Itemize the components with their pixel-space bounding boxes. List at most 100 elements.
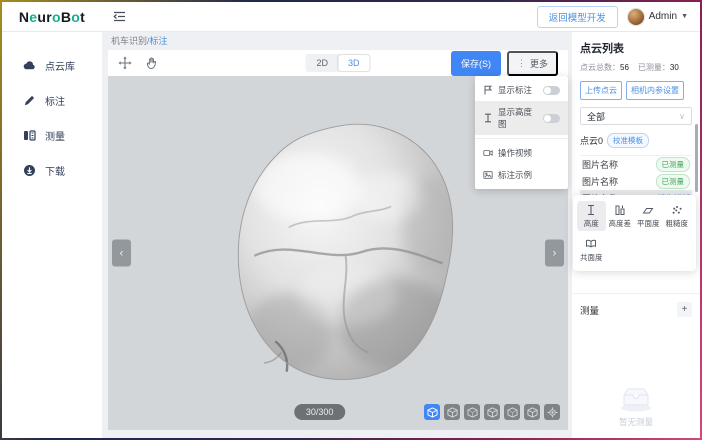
image-row[interactable]: 图片名称 已测量 [580,156,692,173]
menu-item-label: 操作视频 [498,147,532,159]
top-header: NeuroBot 返回模型开发 Admin ▼ [2,2,700,32]
camera-params-button[interactable]: 相机内参设置 [626,81,684,100]
empty-state-text: 暂无测量 [619,416,653,428]
menu-item-operation-video[interactable]: 操作视频 [475,142,568,164]
logo-letter: N [19,9,29,25]
tool-label: 高度 [584,218,599,229]
view-2d-tab[interactable]: 2D [306,55,338,71]
tool-flatness[interactable]: 平面度 [634,201,663,231]
coplanarity-tool-icon [585,238,597,250]
view-top-button[interactable] [524,404,540,420]
sidebar-item-pointcloud-lib[interactable]: 点云库 [2,48,102,83]
view-front-button[interactable] [444,404,460,420]
view-left-button[interactable] [484,404,500,420]
pointcloud-item[interactable]: 点云0 校准模板 [580,125,692,156]
sidebar: 点云库 标注 测量 下载 [2,32,102,438]
view-3d-tab[interactable]: 3D [338,55,370,71]
user-menu[interactable]: Admin ▼ [627,8,688,26]
add-measure-button[interactable]: + [677,302,692,317]
avatar[interactable] [627,8,645,26]
flatness-tool-icon [642,204,654,216]
show-annotation-toggle[interactable] [543,86,560,95]
logo-letter: o [52,9,61,25]
menu-item-show-heightmap[interactable]: 显示高度图 [475,101,568,135]
pan-move-icon[interactable] [118,56,132,70]
toolbar-right: 保存(S) ⋮更多 [451,51,558,76]
video-icon [483,148,493,158]
ruler-icon [23,129,36,142]
calibration-template-tag: 校准模板 [607,133,649,148]
measure-tool-palette: 高度 高度差 平面度 粗糙度 共面度 [573,195,696,271]
stat-measured: 已测量：30 [638,62,679,73]
tool-label: 共面度 [580,252,603,263]
more-label: 更多 [530,57,548,70]
next-image-button[interactable]: › [545,240,564,267]
menu-item-label: 显示高度图 [498,106,538,130]
measured-tag: 已测量 [656,174,691,189]
view-iso-button[interactable] [424,404,440,420]
hand-grab-icon[interactable] [145,56,159,70]
app-logo: NeuroBot [2,9,102,25]
stat-measured-label: 已测量： [638,63,670,72]
breadcrumb-parent[interactable]: 机车识别 [111,36,147,46]
tool-coplanarity[interactable]: 共面度 [577,235,606,265]
locate-reset-button[interactable] [544,404,560,420]
pointcloud-name: 点云0 [580,134,603,147]
roughness-tool-icon [671,204,683,216]
sidebar-item-label: 标注 [45,93,65,108]
user-name: Admin [649,11,677,22]
workspace-card: 2D 3D 保存(S) ⋮更多 [108,50,568,430]
tool-height[interactable]: 高度 [577,201,606,231]
menu-item-show-annotation[interactable]: 显示标注 [475,79,568,101]
height-map-icon [483,113,493,123]
save-button[interactable]: 保存(S) [451,51,501,76]
menu-divider [475,138,568,139]
image-row[interactable]: 图片名称 已测量 [580,173,692,190]
sidebar-item-label: 下载 [45,163,65,178]
filter-select[interactable]: 全部 ∨ [580,107,692,125]
canvas-toolbar: 2D 3D 保存(S) ⋮更多 [108,50,568,76]
list-scrollbar-thumb[interactable] [695,124,698,192]
empty-state: 暂无测量 [580,383,692,432]
tool-roughness[interactable]: 粗糙度 [663,201,692,231]
canvas-tools [118,56,159,70]
picture-icon [483,170,493,180]
download-icon [23,164,36,177]
menu-item-annotation-example[interactable]: 标注示例 [475,164,568,186]
app-window: NeuroBot 返回模型开发 Admin ▼ 点云库 标注 [0,0,702,440]
tool-label: 平面度 [637,218,660,229]
panel-buttons: 上传点云 相机内参设置 [580,81,692,100]
app-body: 点云库 标注 测量 下载 机车识别/标注 [2,32,700,438]
sidebar-item-label: 测量 [45,128,65,143]
tool-label: 粗糙度 [666,218,689,229]
tool-label: 高度差 [609,218,632,229]
back-to-model-dev-button[interactable]: 返回模型开发 [537,6,618,28]
tooth-3d-model [205,110,471,392]
image-name: 图片名称 [582,175,618,188]
pointcloud-list-panel: 点云列表 点云总数：56 已测量：30 上传点云 相机内参设置 全部 ∨ 点云0… [572,32,700,438]
stat-total: 点云总数：56 [580,62,629,73]
caret-down-icon: ▼ [681,13,688,20]
sidebar-item-download[interactable]: 下载 [2,153,102,188]
filter-select-value: 全部 [587,110,605,123]
menu-item-label: 标注示例 [498,169,532,181]
view-back-button[interactable] [464,404,480,420]
stat-total-label: 点云总数： [580,63,620,72]
sidebar-item-measure[interactable]: 测量 [2,118,102,153]
chevron-left-icon: ‹ [120,247,124,259]
tool-height-diff[interactable]: 高度差 [606,201,635,231]
breadcrumb: 机车识别/标注 [102,32,570,50]
chevron-right-icon: › [553,247,557,259]
more-button[interactable]: ⋮更多 [507,51,558,76]
upload-pointcloud-button[interactable]: 上传点云 [580,81,622,100]
measure-title: 测量 [580,303,599,317]
menu-fold-icon[interactable] [113,10,126,23]
show-heightmap-toggle[interactable] [543,114,560,123]
view-right-button[interactable] [504,404,520,420]
logo-letter: B [61,9,71,25]
prev-image-button[interactable]: ‹ [112,240,131,267]
header-right: 返回模型开发 Admin ▼ [537,6,700,28]
sidebar-item-annotate[interactable]: 标注 [2,83,102,118]
panel-title: 点云列表 [580,40,692,56]
panel-stats: 点云总数：56 已测量：30 [580,62,692,73]
